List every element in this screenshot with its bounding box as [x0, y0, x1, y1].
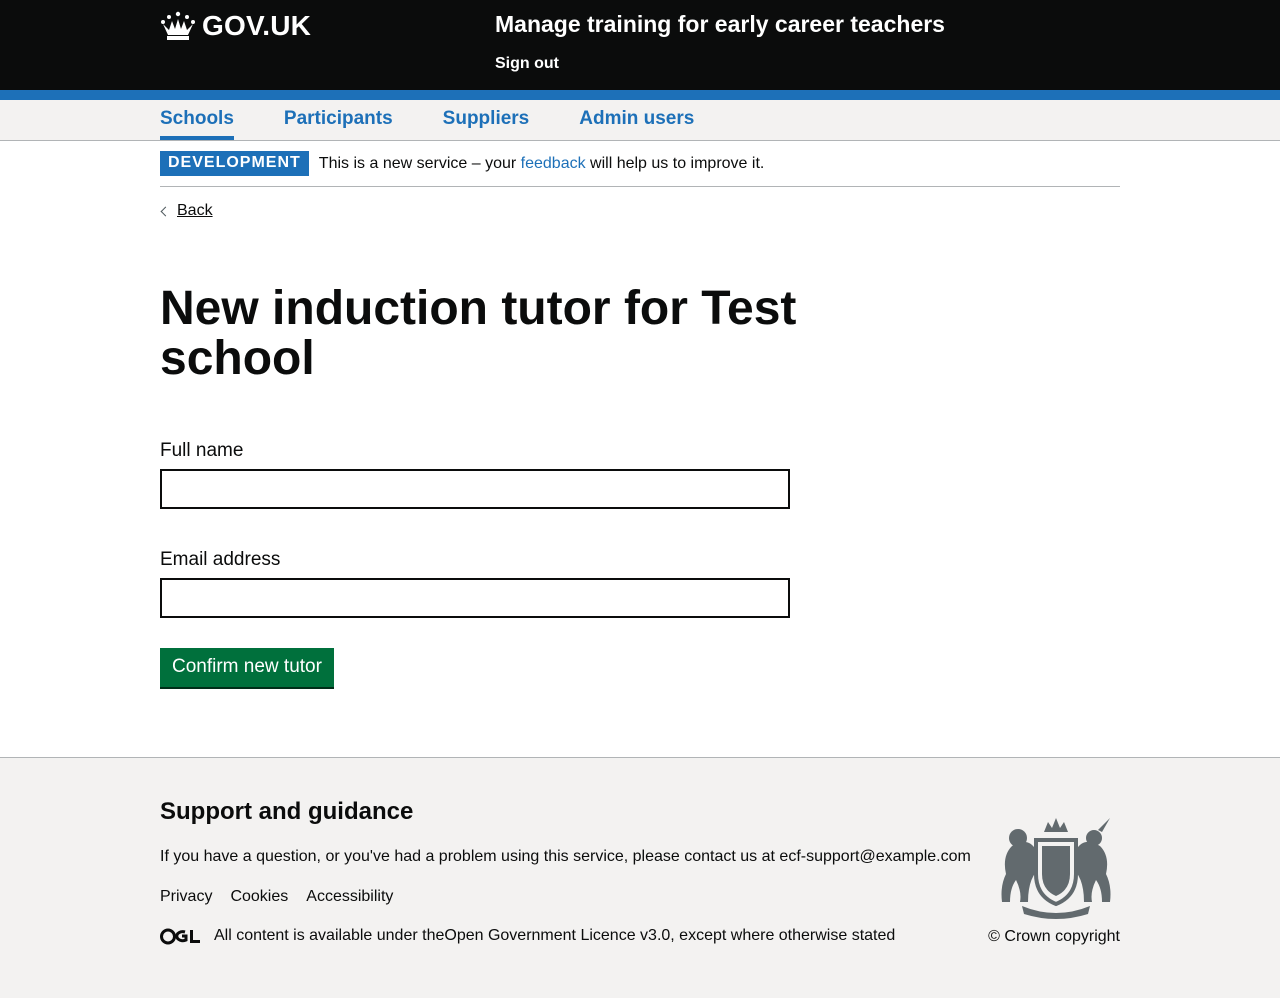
full-name-group: Full name — [160, 440, 1120, 509]
email-group: Email address — [160, 549, 1120, 618]
licence-text-after: , except where otherwise stated — [670, 927, 896, 944]
main-content: DEVELOPMENT This is a new service – your… — [160, 141, 1120, 687]
support-text-body: If you have a question, or you've had a … — [160, 848, 780, 865]
sign-out-link[interactable]: Sign out — [495, 55, 559, 73]
nav-item-participants[interactable]: Participants — [284, 100, 393, 140]
feedback-link[interactable]: feedback — [521, 155, 586, 172]
full-name-label: Full name — [160, 440, 244, 461]
chevron-left-icon — [160, 206, 171, 216]
email-input[interactable] — [160, 578, 790, 618]
govuk-logo-link[interactable]: GOV.UK — [160, 10, 311, 42]
confirm-new-tutor-button[interactable]: Confirm new tutor — [160, 648, 334, 687]
phase-banner: DEVELOPMENT This is a new service – your… — [160, 141, 1120, 187]
phase-text-before: This is a new service – your — [318, 154, 521, 172]
primary-navigation: Schools Participants Suppliers Admin use… — [0, 100, 1280, 141]
ogl-logo-icon — [160, 928, 200, 944]
nav-item-schools[interactable]: Schools — [160, 100, 234, 140]
site-header: GOV.UK Manage training for early career … — [0, 0, 1280, 90]
header-blue-bar — [0, 90, 1280, 100]
full-name-input[interactable] — [160, 469, 790, 509]
phase-tag: DEVELOPMENT — [160, 151, 309, 176]
licence-statement: All content is available under the Open … — [160, 927, 895, 945]
site-footer: Support and guidance If you have a quest… — [0, 757, 1280, 998]
support-email-link[interactable]: ecf-support@example.com — [779, 848, 970, 865]
footer-links: Privacy Cookies Accessibility — [160, 888, 411, 906]
page-title: New induction tutor for Test school — [160, 282, 797, 385]
crown-copyright-link[interactable]: © Crown copyright — [988, 928, 1120, 946]
footer-link-accessibility[interactable]: Accessibility — [306, 888, 393, 906]
govuk-logo-text: GOV.UK — [202, 10, 312, 41]
phase-banner-text: This is a new service – your feedback wi… — [319, 155, 765, 173]
nav-item-suppliers[interactable]: Suppliers — [443, 100, 530, 140]
licence-text-before: All content is available under the — [214, 927, 445, 944]
footer-link-privacy[interactable]: Privacy — [160, 888, 212, 906]
phase-text-after: will help us to improve it. — [585, 154, 765, 172]
back-link-label: Back — [177, 202, 213, 219]
email-label: Email address — [160, 549, 281, 570]
crown-icon — [161, 11, 195, 40]
nav-item-admin-users[interactable]: Admin users — [579, 100, 694, 140]
footer-link-cookies[interactable]: Cookies — [230, 888, 288, 906]
royal-coat-of-arms-icon — [1001, 818, 1111, 919]
support-text: If you have a question, or you've had a … — [160, 848, 971, 866]
service-name-link[interactable]: Manage training for early career teacher… — [495, 11, 945, 38]
back-link[interactable]: Back — [160, 202, 213, 220]
footer-heading: Support and guidance — [160, 798, 414, 825]
licence-link[interactable]: Open Government Licence v3.0 — [444, 927, 670, 945]
